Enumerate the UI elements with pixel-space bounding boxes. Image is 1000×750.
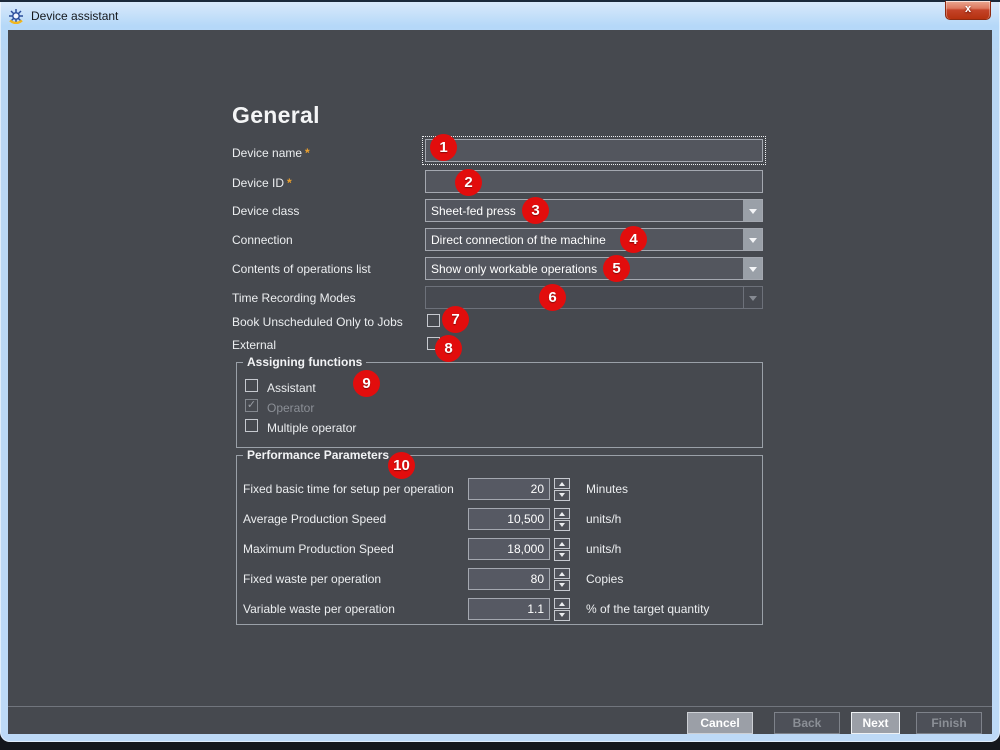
assistant-checkbox[interactable] [245, 379, 258, 392]
variable-waste-input[interactable] [468, 598, 550, 620]
annotation-badge-1: 1 [430, 134, 457, 161]
next-button[interactable]: Next [851, 712, 900, 734]
titlebar: Device assistant [0, 2, 1000, 29]
chevron-down-icon [748, 266, 757, 276]
assistant-row: Assistant [237, 377, 762, 397]
operator-checkbox: ✓ [245, 399, 258, 412]
max-speed-input[interactable] [468, 538, 550, 560]
spin-up-button[interactable] [554, 598, 570, 609]
arrow-down-icon [559, 523, 565, 530]
annotation-badge-2: 2 [455, 169, 482, 196]
fixed-waste-row: Fixed waste per operation Copies [237, 568, 762, 591]
performance-parameters-title: Performance Parameters [243, 448, 394, 462]
assigning-functions-title: Assigning functions [243, 355, 367, 369]
close-button[interactable]: x [945, 1, 991, 20]
connection-dropdown[interactable]: Direct connection of the machine [425, 228, 763, 251]
unit-label: units/h [586, 512, 622, 526]
fixed-waste-stepper [554, 568, 570, 591]
device-name-label: Device name * [232, 146, 310, 160]
book-unscheduled-label: Book Unscheduled Only to Jobs [232, 315, 403, 329]
arrow-down-icon [559, 613, 565, 620]
arrow-down-icon [559, 553, 565, 560]
device-id-label: Device ID * [232, 176, 292, 190]
dropdown-button[interactable] [743, 258, 762, 279]
operations-list-dropdown[interactable]: Show only workable operations [425, 257, 763, 280]
variable-waste-stepper [554, 598, 570, 621]
annotation-badge-7: 7 [442, 306, 469, 333]
spin-up-button[interactable] [554, 538, 570, 549]
setup-time-row: Fixed basic time for setup per operation… [237, 478, 762, 501]
spin-down-button[interactable] [554, 580, 570, 591]
unit-label: Copies [586, 572, 624, 586]
max-speed-stepper [554, 538, 570, 561]
arrow-down-icon [559, 493, 565, 500]
arrow-up-icon [559, 479, 565, 486]
back-button: Back [774, 712, 840, 734]
external-label: External [232, 338, 277, 352]
setup-time-stepper [554, 478, 570, 501]
avg-speed-input[interactable] [468, 508, 550, 530]
setup-time-input[interactable] [468, 478, 550, 500]
spin-up-button[interactable] [554, 478, 570, 489]
finish-button: Finish [916, 712, 982, 734]
book-unscheduled-checkbox[interactable] [427, 314, 440, 327]
max-speed-row: Maximum Production Speed units/h [237, 538, 762, 561]
device-assistant-window: Device assistant x General Device name * … [0, 0, 1000, 742]
annotation-badge-10: 10 [388, 452, 415, 479]
annotation-badge-8: 8 [435, 335, 462, 362]
time-recording-label: Time Recording Modes [232, 291, 356, 305]
fixed-waste-input[interactable] [468, 568, 550, 590]
annotation-badge-3: 3 [522, 197, 549, 224]
multiple-operator-row: Multiple operator [237, 417, 762, 437]
arrow-up-icon [559, 599, 565, 606]
dropdown-button[interactable] [743, 229, 762, 250]
spin-down-button[interactable] [554, 490, 570, 501]
unit-label: Minutes [586, 482, 629, 496]
device-class-dropdown[interactable]: Sheet-fed press [425, 199, 763, 222]
annotation-badge-5: 5 [603, 255, 630, 282]
required-marker: * [305, 146, 310, 160]
app-icon [9, 8, 23, 24]
spin-down-button[interactable] [554, 610, 570, 621]
wizard-page-general: General Device name * Device ID * Device c… [8, 30, 992, 734]
unit-label: units/h [586, 542, 622, 556]
arrow-up-icon [559, 569, 565, 576]
assigning-functions-group: Assigning functions Assistant ✓ Operator… [236, 355, 763, 448]
cancel-button[interactable]: Cancel [687, 712, 753, 734]
device-class-label: Device class [232, 204, 300, 218]
device-name-input[interactable] [422, 136, 766, 165]
annotation-badge-9: 9 [353, 370, 380, 397]
connection-label: Connection [232, 233, 293, 247]
footer-divider [8, 706, 992, 707]
time-recording-dropdown [425, 286, 763, 309]
check-icon: ✓ [246, 399, 257, 411]
performance-parameters-group: Performance Parameters Fixed basic time … [236, 448, 763, 625]
chevron-down-icon [749, 295, 757, 305]
annotation-badge-4: 4 [620, 226, 647, 253]
window-title: Device assistant [31, 8, 119, 23]
operator-row: ✓ Operator [245, 399, 315, 415]
spin-down-button[interactable] [554, 550, 570, 561]
arrow-up-icon [559, 509, 565, 516]
unit-label: % of the target quantity [586, 602, 710, 616]
spin-up-button[interactable] [554, 568, 570, 579]
spin-down-button[interactable] [554, 520, 570, 531]
avg-speed-row: Average Production Speed units/h [237, 508, 762, 531]
page-title: General [232, 102, 320, 128]
arrow-down-icon [559, 583, 565, 590]
chevron-down-icon [748, 237, 757, 247]
spin-up-button[interactable] [554, 508, 570, 519]
avg-speed-stepper [554, 508, 570, 531]
operations-list-label: Contents of operations list [232, 262, 371, 276]
close-icon: x [964, 3, 972, 15]
variable-waste-row: Variable waste per operation % of the ta… [237, 598, 762, 621]
annotation-badge-6: 6 [539, 284, 566, 311]
multiple-operator-checkbox[interactable] [245, 419, 258, 432]
dropdown-button[interactable] [743, 200, 762, 221]
chevron-down-icon [748, 208, 757, 218]
dropdown-button [743, 287, 762, 308]
required-marker: * [287, 176, 292, 190]
arrow-up-icon [559, 539, 565, 546]
